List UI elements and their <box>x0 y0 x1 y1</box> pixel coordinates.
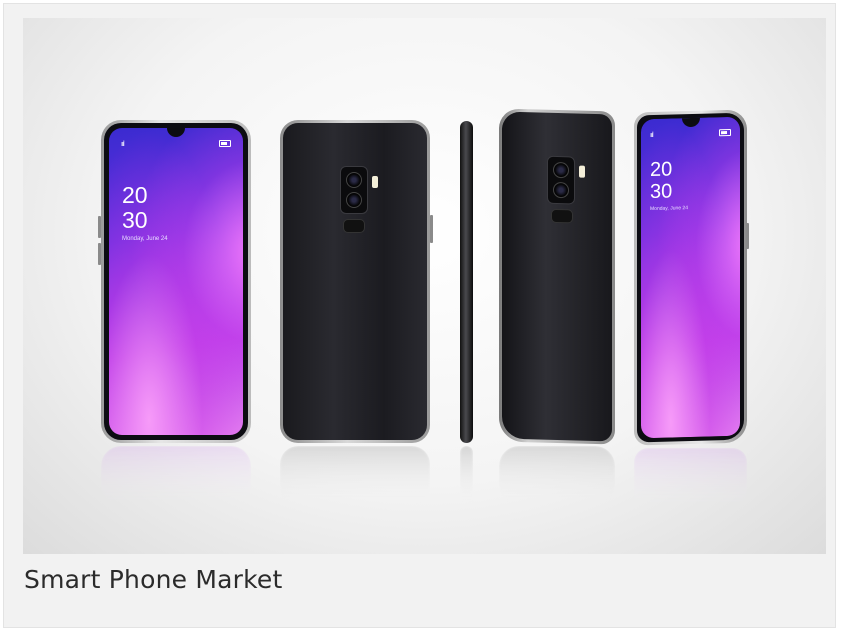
notch <box>681 117 700 128</box>
phone-lock-screen: ııl 20 30 Monday, June 24 <box>109 128 243 435</box>
phone-reflection <box>101 446 251 506</box>
signal-icon: ııl <box>121 140 125 148</box>
phone-front-view: ııl 20 30 Monday, June 24 <box>101 120 251 443</box>
clock-time: 20 30 <box>122 183 148 233</box>
phone-side-view <box>460 121 473 443</box>
signal-icon: ııl <box>650 130 653 140</box>
phone-reflection <box>499 446 615 506</box>
article-card[interactable]: ııl 20 30 Monday, June 24 ııl 20 30 Mond… <box>3 3 836 628</box>
clock-date: Monday, June 24 <box>650 205 688 213</box>
camera-lens-icon <box>346 172 362 188</box>
clock-hour: 20 <box>650 158 673 182</box>
flash-icon <box>579 165 585 178</box>
product-photo[interactable]: ııl 20 30 Monday, June 24 ııl 20 30 Mond… <box>23 18 826 554</box>
camera-lens-icon <box>346 192 362 208</box>
fingerprint-sensor-icon <box>551 208 573 224</box>
flash-icon <box>372 176 378 188</box>
article-title[interactable]: Smart Phone Market <box>24 565 283 594</box>
battery-icon <box>719 128 731 137</box>
fingerprint-sensor-icon <box>343 219 365 233</box>
clock-hour: 20 <box>122 182 148 208</box>
volume-button <box>98 216 101 238</box>
phone-reflection <box>460 446 473 506</box>
power-button <box>746 223 749 249</box>
phone-reflection <box>634 448 747 508</box>
phone-lock-screen: ııl 20 30 Monday, June 24 <box>641 116 740 439</box>
phone-back-angled-view <box>499 108 615 445</box>
clock-date: Monday, June 24 <box>122 236 168 242</box>
volume-button <box>98 243 101 265</box>
camera-module <box>547 155 575 205</box>
phone-front-angled-view: ııl 20 30 Monday, June 24 <box>634 109 747 446</box>
camera-lens-icon <box>553 181 569 199</box>
phone-back-view <box>280 120 430 443</box>
clock-minute: 30 <box>650 180 673 204</box>
battery-icon <box>219 140 231 147</box>
camera-lens-icon <box>553 161 569 179</box>
clock-minute: 30 <box>122 207 148 233</box>
clock-time: 20 30 <box>650 158 672 203</box>
power-button <box>430 215 433 243</box>
notch <box>167 128 185 137</box>
camera-module <box>340 166 368 214</box>
phone-reflection <box>280 446 430 506</box>
